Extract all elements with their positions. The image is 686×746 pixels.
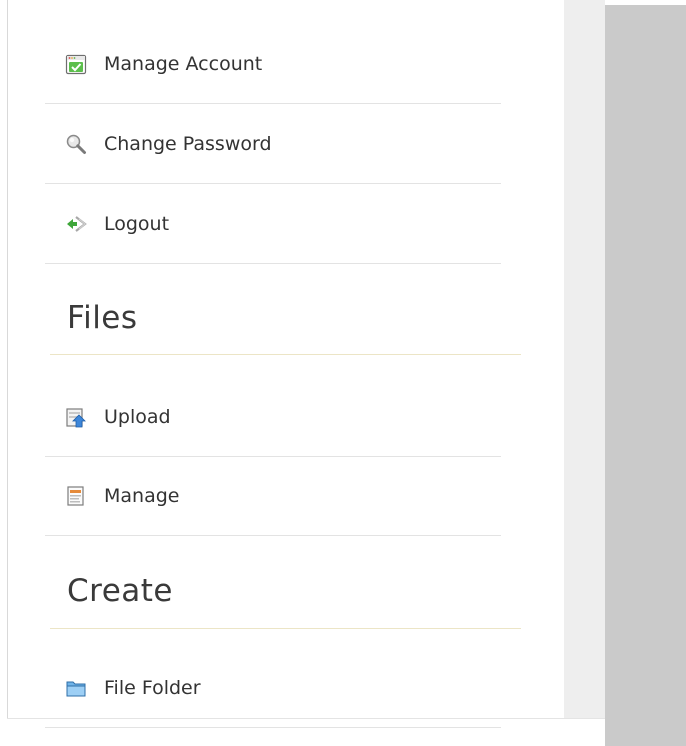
account-check-icon <box>65 54 87 74</box>
menu-item-label: Upload <box>104 405 171 428</box>
menu-item-label: Change Password <box>104 132 272 155</box>
folder-icon <box>66 681 86 696</box>
menu-item-change-password[interactable]: Change Password <box>45 104 501 184</box>
section-rule-files <box>50 354 521 355</box>
menu-item-label: Logout <box>104 212 170 235</box>
menu-item-manage[interactable]: Manage <box>45 456 501 536</box>
menu-item-label: Manage Account <box>104 52 263 75</box>
menu-item-manage-account[interactable]: Manage Account <box>45 24 501 104</box>
side-panel <box>605 0 686 746</box>
section-rule-create <box>50 628 521 629</box>
content-gutter <box>564 0 605 719</box>
menu-item-upload[interactable]: Upload <box>45 377 501 457</box>
side-panel-top-strip <box>605 0 686 5</box>
magnifier-key-icon <box>66 134 86 154</box>
menu-item-file-folder[interactable]: File Folder <box>45 648 501 728</box>
menu-item-label: File Folder <box>104 676 201 699</box>
sidebar-page: Manage Account Change Password Logout Fi… <box>0 0 686 746</box>
menu-item-label: Manage <box>104 484 180 507</box>
manage-files-icon <box>67 485 84 506</box>
left-border <box>7 0 8 719</box>
section-title-files: Files <box>67 300 138 336</box>
section-title-create: Create <box>67 573 174 609</box>
upload-icon <box>66 407 86 427</box>
logout-arrow-icon <box>67 215 87 232</box>
menu-item-logout[interactable]: Logout <box>45 184 501 264</box>
